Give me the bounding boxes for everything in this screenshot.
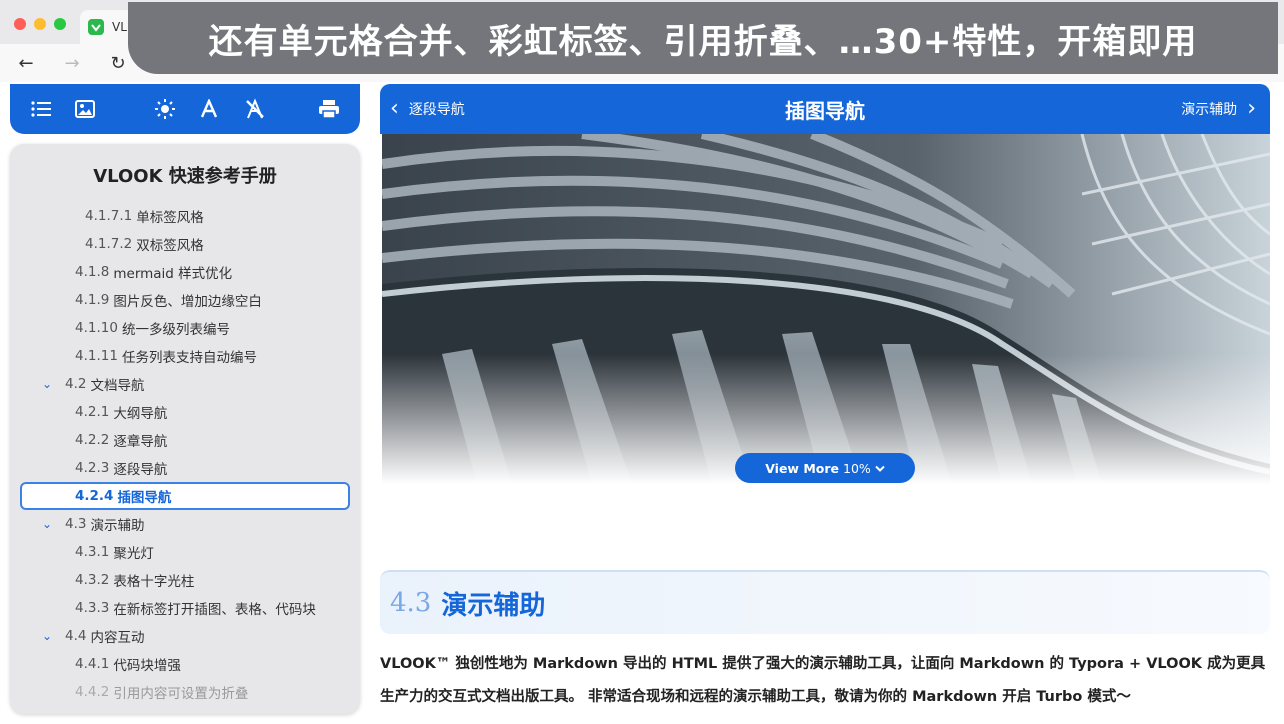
print-icon[interactable] [316, 96, 342, 122]
outline-item[interactable]: 4.3.2 表格十字光柱 [10, 566, 360, 594]
clear-format-icon[interactable] [242, 96, 268, 122]
outline-item[interactable]: 4.1.7.1 单标签风格 [10, 202, 360, 230]
view-more-button[interactable]: View More 10% [735, 453, 915, 483]
figure-image[interactable] [382, 134, 1270, 484]
next-section-label: 演示辅助 [1181, 102, 1238, 118]
chevron-down-icon[interactable]: ⌄ [42, 517, 52, 531]
chevron-down-icon [875, 461, 885, 476]
chevron-down-icon[interactable]: ⌄ [42, 629, 52, 643]
window-controls [14, 18, 66, 30]
outline-item-active[interactable]: 4.2.4 插图导航 [20, 482, 350, 510]
back-arrow-icon[interactable]: ← [14, 53, 38, 74]
outline-item-expanded[interactable]: ⌄ 4.2 文档导航 [10, 370, 360, 398]
outline-item[interactable]: 4.4.1 代码块增强 [10, 650, 360, 678]
prev-section-label: 逐段导航 [408, 102, 465, 118]
outline-item[interactable]: 4.1.11 任务列表支持自动编号 [10, 342, 360, 370]
reload-icon[interactable]: ↻ [106, 53, 130, 74]
section-paragraph: VLOOK™ 独创性地为 Markdown 导出的 HTML 提供了强大的演示辅… [380, 656, 1266, 705]
chevron-down-icon[interactable]: ⌄ [42, 377, 52, 391]
promo-banner-text: 还有单元格合并、彩虹标签、引用折叠、…30+特性，开箱即用 [208, 21, 1198, 62]
outline-item[interactable]: 4.1.10 统一多级列表编号 [10, 314, 360, 342]
view-more-percent: 10% [843, 460, 871, 476]
section-number: 4.3 [390, 588, 432, 618]
outline-item-expanded[interactable]: ⌄ 4.3 演示辅助 [10, 510, 360, 538]
close-window-button[interactable] [14, 18, 26, 30]
figure-nav-title: 插图导航 [785, 98, 865, 123]
minimize-window-button[interactable] [34, 18, 46, 30]
doc-toolbar [10, 84, 360, 134]
outline-item-expanded[interactable]: ⌄ 4.4 内容互动 [10, 622, 360, 650]
favicon-icon [88, 19, 104, 35]
prev-section-button[interactable]: ‹ 逐段导航 [390, 84, 465, 134]
outline-item[interactable]: 4.2.1 大纲导航 [10, 398, 360, 426]
forward-arrow-icon[interactable]: → [60, 53, 84, 74]
outline-item[interactable]: 4.1.7.2 双标签风格 [10, 230, 360, 258]
view-more-label: View More [765, 460, 839, 476]
list-icon[interactable] [28, 96, 54, 122]
figure-nav-header: 插图导航 ‹ 逐段导航 演示辅助 › [380, 84, 1270, 134]
outline-item[interactable]: 4.4.2 引用内容可设置为折叠 [10, 678, 360, 706]
outline-item[interactable]: 4.3.1 聚光灯 [10, 538, 360, 566]
outline-item[interactable]: 4.2.3 逐段导航 [10, 454, 360, 482]
promo-banner: 还有单元格合并、彩虹标签、引用折叠、…30+特性，开箱即用 [128, 2, 1278, 74]
next-section-button[interactable]: 演示辅助 › [1181, 84, 1256, 134]
outline-item[interactable]: 4.2.2 逐章导航 [10, 426, 360, 454]
document-app: VLOOK 快速参考手册 4.1.7.1 单标签风格 4.1.7.2 双标签风格 4… [0, 82, 1284, 724]
chevron-left-icon: ‹ [390, 96, 399, 121]
sun-icon[interactable] [152, 96, 178, 122]
outline-item[interactable]: 4.1.8 mermaid 样式优化 [10, 258, 360, 286]
outline-item[interactable]: 4.1.9 图片反色、增加边缘空白 [10, 286, 360, 314]
image-icon[interactable] [72, 96, 98, 122]
chevron-right-icon: › [1247, 96, 1256, 121]
section-title: 演示辅助 [441, 590, 546, 621]
maximize-window-button[interactable] [54, 18, 66, 30]
font-icon[interactable] [196, 96, 222, 122]
section-heading: 4.3 演示辅助 [380, 570, 1270, 634]
tab-title: VL [112, 20, 127, 34]
outline-item[interactable]: 4.3.3 在新标签打开插图、表格、代码块 [10, 594, 360, 622]
outline-panel: VLOOK 快速参考手册 4.1.7.1 单标签风格 4.1.7.2 双标签风格 4… [10, 144, 360, 714]
outline-title: VLOOK 快速参考手册 [93, 166, 277, 187]
